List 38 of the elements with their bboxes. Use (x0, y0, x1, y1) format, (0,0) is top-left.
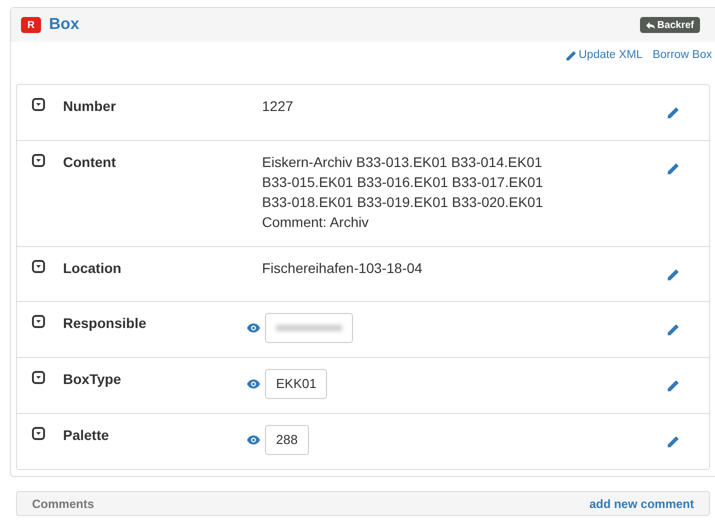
add-comment-link[interactable]: add new comment (589, 494, 694, 512)
comments-title: Comments (32, 496, 94, 512)
field-value: B33-018.EK01 B33-019.EK01 B33-020.EK01 (262, 193, 544, 212)
pencil-icon (564, 50, 577, 62)
field-label: Number (63, 97, 117, 116)
value-box[interactable]: EKK01 (265, 369, 328, 399)
pencil-icon (666, 379, 680, 393)
value-box[interactable]: 288 (265, 425, 309, 455)
collapse-icon[interactable] (32, 260, 45, 273)
field-value: Fischereihafen-103-18-04 (262, 259, 424, 278)
field-label: Palette (63, 426, 110, 445)
pencil-icon (666, 435, 680, 449)
pencil-icon (666, 268, 680, 282)
pencil-icon (666, 106, 680, 120)
field-label: BoxType (63, 370, 122, 389)
action-link[interactable]: Update XML (564, 48, 643, 64)
pencil-icon (666, 162, 680, 176)
type-badge: R (21, 17, 41, 33)
eye-icon[interactable] (247, 435, 260, 445)
collapse-icon[interactable] (32, 98, 45, 111)
field-value: Comment: Archiv (262, 213, 370, 232)
field-value: Eiskern-Archiv B33-013.EK01 B33-014.EK01 (262, 153, 544, 172)
collapse-icon[interactable] (32, 427, 45, 440)
field-value: B33-015.EK01 B33-016.EK01 B33-017.EK01 (262, 173, 544, 192)
field-label: Location (63, 259, 122, 278)
reply-arrow-icon (646, 22, 656, 28)
eye-icon[interactable] (247, 379, 260, 389)
page-title: Box (49, 15, 80, 35)
pencil-icon (666, 323, 680, 337)
collapse-icon[interactable] (32, 315, 45, 328)
field-label: Content (63, 153, 117, 172)
backref-button[interactable]: Backref (640, 17, 700, 33)
action-link[interactable]: Borrow Box (652, 48, 712, 64)
collapse-icon[interactable] (32, 154, 45, 167)
eye-icon[interactable] (247, 323, 260, 333)
field-label: Responsible (63, 314, 148, 333)
collapse-icon[interactable] (32, 371, 45, 384)
field-value: 1227 (262, 97, 294, 116)
